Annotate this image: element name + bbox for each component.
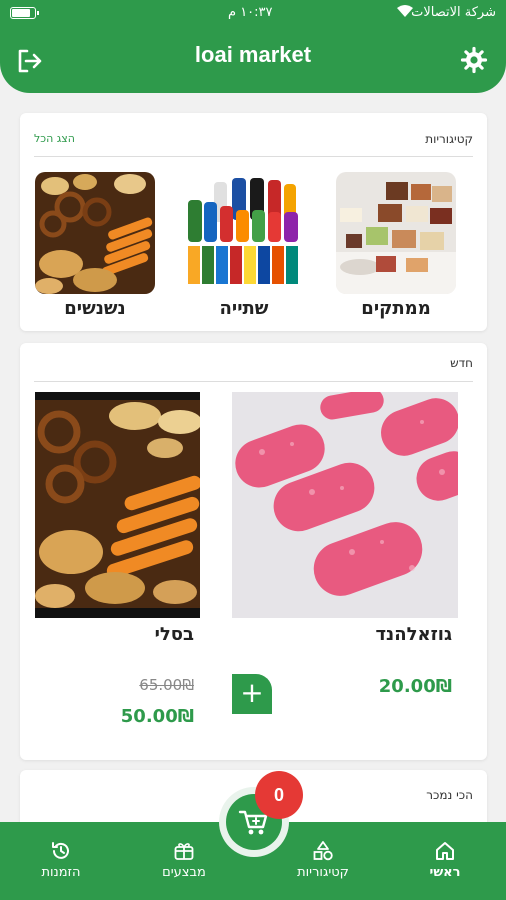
home-icon	[436, 842, 454, 860]
product-image	[232, 392, 458, 618]
new-section-title: חדש	[450, 356, 473, 370]
divider	[34, 381, 473, 382]
cart-count-badge: 0	[255, 771, 303, 819]
shapes-icon	[313, 841, 333, 861]
nav-deals[interactable]: מבצעים	[139, 840, 229, 880]
product-name: בסלי	[154, 624, 194, 645]
gear-icon[interactable]	[460, 46, 488, 74]
product-price: 20.00₪	[378, 676, 452, 697]
category-label: ממתקים	[361, 298, 431, 319]
nav-categories[interactable]: קטיגוריות	[278, 840, 368, 880]
nav-label: ראשי	[429, 865, 461, 880]
nav-home[interactable]: ראשי	[400, 840, 490, 880]
category-label: נשנשים	[64, 298, 126, 319]
gift-icon	[174, 843, 194, 860]
app-header: شركة الاتصالات ١٠:٣٧ م loai market	[0, 0, 506, 93]
product-name: גוזאלהנד	[375, 624, 452, 645]
product-old-price: 65.00₪	[139, 676, 194, 694]
best-section-title: הכי נמכר	[426, 788, 473, 802]
product-image	[35, 392, 200, 618]
status-bar: شركة الاتصالات ١٠:٣٧ م	[0, 0, 506, 26]
app-title: loai market	[194, 42, 312, 67]
add-to-cart-button[interactable]: +	[232, 674, 272, 714]
categories-title: קטיגוריות	[425, 132, 473, 146]
product-card[interactable]: בסלי 65.00₪ 50.00₪	[35, 392, 200, 744]
nav-label: קטיגוריות	[297, 865, 349, 880]
product-card[interactable]: גוזאלהנד 20.00₪ +	[232, 392, 458, 714]
nav-label: מבצעים	[162, 865, 206, 880]
category-label: שתייה	[219, 298, 269, 319]
snacks-image	[35, 172, 155, 294]
history-icon	[52, 842, 69, 859]
clock-time: ١٠:٣٧ م	[228, 5, 273, 20]
sweets-image	[336, 172, 456, 294]
category-drinks[interactable]: שתייה	[184, 172, 304, 319]
category-snacks[interactable]: נשנשים	[35, 172, 155, 319]
wifi-icon	[397, 5, 413, 17]
show-all-link[interactable]: הצג הכל	[34, 132, 75, 145]
plus-icon: +	[240, 676, 264, 709]
product-price: 50.00₪	[120, 706, 194, 727]
category-sweets[interactable]: ממתקים	[336, 172, 456, 319]
battery-icon	[10, 7, 39, 19]
nav-label: הזמנות	[41, 865, 81, 880]
divider	[34, 156, 473, 157]
carrier-name: شركة الاتصالات	[411, 5, 496, 20]
drinks-image	[184, 172, 304, 294]
nav-orders[interactable]: הזמנות	[16, 840, 106, 880]
